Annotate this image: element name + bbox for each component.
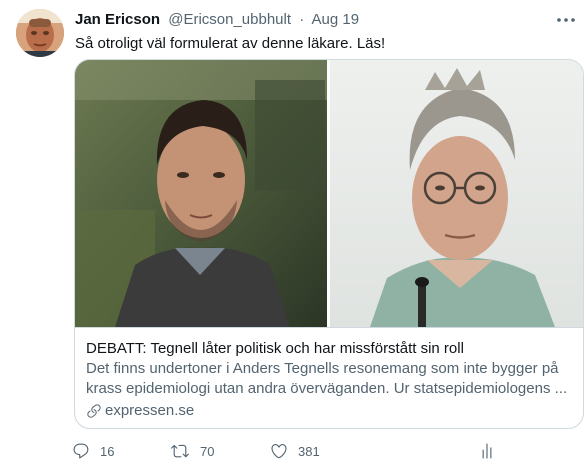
tweet[interactable]: Jan Ericson @Ericson_ubbhult · Aug 19 Så… bbox=[0, 0, 587, 469]
analytics-button[interactable] bbox=[478, 440, 496, 462]
retweet-icon bbox=[171, 444, 189, 458]
tweet-header: Jan Ericson @Ericson_ubbhult · Aug 19 bbox=[75, 10, 359, 30]
avatar[interactable] bbox=[16, 9, 64, 57]
author-handle[interactable]: @Ericson_ubbhult bbox=[168, 11, 291, 28]
retweet-count: 70 bbox=[200, 443, 215, 459]
like-count: 381 bbox=[298, 443, 320, 459]
like-button[interactable]: 381 bbox=[270, 440, 320, 462]
card-image bbox=[75, 60, 583, 328]
author-name[interactable]: Jan Ericson bbox=[75, 11, 160, 28]
link-icon bbox=[86, 403, 102, 419]
analytics-icon bbox=[482, 443, 492, 459]
more-icon bbox=[557, 18, 575, 22]
card-domain[interactable]: expressen.se bbox=[86, 401, 194, 421]
action-bar: 16 70 381 bbox=[72, 440, 502, 462]
reply-button[interactable]: 16 bbox=[72, 440, 114, 462]
link-card[interactable]: DEBATT: Tegnell låter politisk och har m… bbox=[74, 59, 584, 429]
reply-count: 16 bbox=[100, 443, 115, 459]
card-description: Det finns undertoner i Anders Tegnells r… bbox=[86, 360, 568, 397]
tweet-date[interactable]: Aug 19 bbox=[312, 11, 360, 28]
more-options-button[interactable] bbox=[555, 10, 577, 30]
tweet-text: Så otroligt väl formulerat av denne läka… bbox=[75, 35, 386, 52]
reply-icon bbox=[73, 443, 89, 459]
card-title[interactable]: DEBATT: Tegnell låter politisk och har m… bbox=[86, 339, 464, 359]
retweet-button[interactable]: 70 bbox=[170, 440, 214, 462]
heart-icon bbox=[271, 444, 287, 459]
separator-dot: · bbox=[299, 11, 305, 28]
card-domain-text: expressen.se bbox=[105, 402, 195, 419]
